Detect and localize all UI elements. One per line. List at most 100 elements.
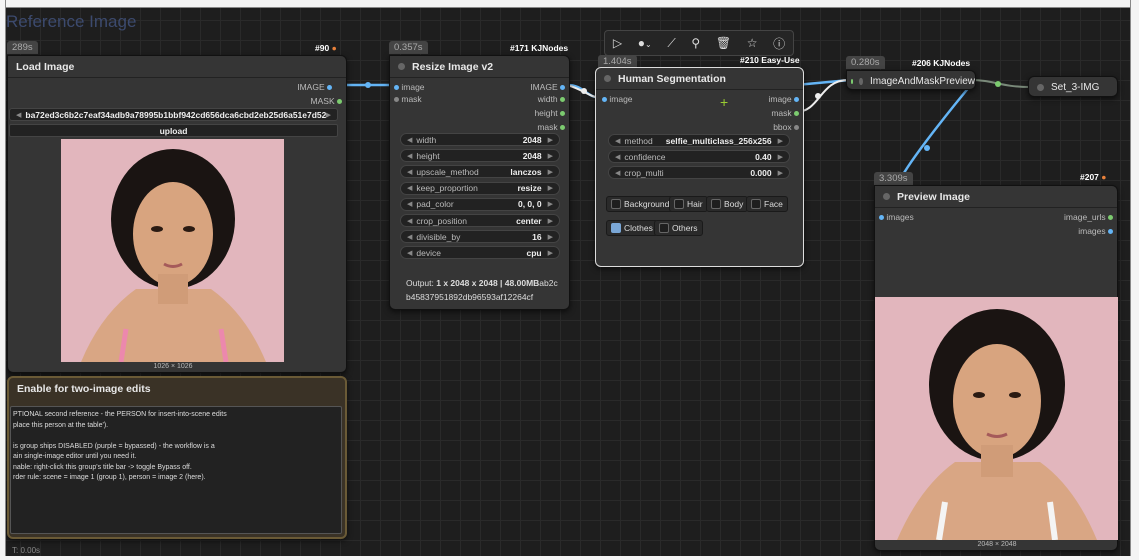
- arrow-left-icon[interactable]: ◀: [407, 152, 412, 160]
- load-image-node[interactable]: Load Image IMAGE MASK ◀ ba72ed3c6b2c7eaf3…: [7, 55, 347, 373]
- human-id-badge: #210 Easy-Use: [740, 55, 800, 65]
- image-filename-select[interactable]: ◀ ba72ed3c6b2c7eaf34adb9a78995b1bbf942cd6…: [9, 108, 338, 121]
- port-dot[interactable]: [327, 84, 332, 90]
- widget-method[interactable]: ◀ method selfie_multiclass_256x256 ▶: [608, 134, 790, 147]
- arrow-left-icon[interactable]: ◀: [407, 184, 412, 192]
- bottom-timing: T: 0.00s: [12, 546, 41, 555]
- arrow-left-icon[interactable]: ◀: [407, 249, 412, 257]
- output-bbox[interactable]: bbox: [773, 122, 799, 132]
- checkbox-hair[interactable]: Hair: [669, 196, 708, 212]
- arrow-left-icon[interactable]: ◀: [615, 169, 620, 177]
- load-timing: 289s: [7, 41, 38, 54]
- note-node[interactable]: Enable for two-image edits PTIONAL secon…: [7, 376, 347, 539]
- preview-image-node[interactable]: Preview Image images image_urls images 2…: [874, 185, 1118, 551]
- input-image[interactable]: image: [602, 94, 633, 104]
- arrow-right-icon[interactable]: ▶: [778, 169, 783, 177]
- trash-icon[interactable]: 🗑: [716, 36, 731, 50]
- output-image-urls[interactable]: image_urls: [1064, 212, 1113, 222]
- arrow-left-icon[interactable]: ◀: [615, 153, 620, 161]
- preview-dimensions: 2048 × 2048: [977, 541, 1017, 548]
- arrow-right-icon[interactable]: ▶: [548, 168, 553, 176]
- checkbox-clothes[interactable]: Clothes: [606, 220, 658, 236]
- human-header[interactable]: Human Segmentation: [596, 68, 803, 90]
- widget-device[interactable]: ◀ device cpu ▶: [400, 246, 560, 260]
- input-image[interactable]: image: [394, 82, 425, 92]
- arrow-right-icon[interactable]: ▶: [548, 184, 553, 192]
- arrow-left-icon[interactable]: ◀: [407, 200, 412, 208]
- pin-icon[interactable]: ⚲: [691, 36, 700, 50]
- set3-header[interactable]: Set_3-IMG: [1029, 77, 1117, 98]
- load-image-header[interactable]: Load Image: [8, 56, 346, 78]
- arrow-left-icon[interactable]: ◀: [407, 233, 412, 241]
- help-icon[interactable]: ⓘ: [773, 35, 785, 52]
- collapse-dot[interactable]: [398, 63, 405, 70]
- arrow-right-icon[interactable]: ▶: [548, 152, 553, 160]
- widget-keep-proportion[interactable]: ◀ keep_proportion resize ▶: [400, 181, 560, 195]
- input-mask[interactable]: mask: [394, 94, 422, 104]
- play-icon[interactable]: ▷: [613, 36, 622, 50]
- check-box[interactable]: [751, 199, 761, 209]
- widget-crop-multi[interactable]: ◀ crop_multi 0.000 ▶: [608, 166, 790, 180]
- checkbox-others[interactable]: Others: [654, 220, 703, 236]
- output-width[interactable]: width: [538, 94, 565, 104]
- workflow-canvas[interactable]: Reference Image 289s #90 ● Load Image IM…: [0, 0, 1139, 560]
- note-header[interactable]: Enable for two-image edits: [9, 378, 345, 400]
- widget-confidence[interactable]: ◀ confidence 0.40 ▶: [608, 150, 790, 164]
- arrow-right-icon[interactable]: ▶: [548, 233, 553, 241]
- output-mask[interactable]: MASK: [311, 96, 342, 106]
- input-images[interactable]: images: [879, 212, 914, 222]
- arrow-right-icon[interactable]: ▶: [778, 153, 783, 161]
- resize-image-node[interactable]: Resize Image v2 image mask IMAGE width h…: [389, 55, 570, 310]
- arrow-right-icon[interactable]: ▶: [548, 217, 553, 225]
- arrow-left-icon[interactable]: ◀: [407, 136, 412, 144]
- check-box[interactable]: [611, 223, 621, 233]
- set-3-img-node[interactable]: Set_3-IMG: [1028, 76, 1118, 97]
- checkbox-body[interactable]: Body: [706, 196, 749, 212]
- widget-width[interactable]: ◀ width 2048 ▶: [400, 133, 560, 146]
- portrait-image: [875, 297, 1118, 540]
- output-image[interactable]: image: [768, 94, 799, 104]
- output-height[interactable]: height: [534, 108, 565, 118]
- widget-height[interactable]: ◀ height 2048 ▶: [400, 149, 560, 163]
- imask-header[interactable]: ImageAndMaskPreview: [847, 71, 975, 91]
- load-id-badge: #90 ●: [315, 43, 337, 53]
- arrow-left-icon[interactable]: ◀: [407, 217, 412, 225]
- wand-icon[interactable]: ⟋: [667, 36, 675, 51]
- checkbox-face[interactable]: Face: [746, 196, 788, 212]
- widget-pad-color[interactable]: ◀ pad_color 0, 0, 0 ▶: [400, 197, 560, 211]
- check-box[interactable]: [674, 199, 684, 209]
- note-title: Enable for two-image edits: [17, 383, 151, 395]
- preview-id-badge: #207 ●: [1080, 172, 1107, 182]
- output-mask[interactable]: mask: [537, 122, 565, 132]
- arrow-right-icon[interactable]: ▶: [548, 249, 553, 257]
- arrow-right-icon[interactable]: ▶: [778, 137, 783, 145]
- widget-upscale-method[interactable]: ◀ upscale_method lanczos ▶: [400, 165, 560, 179]
- output-image[interactable]: IMAGE: [297, 82, 332, 92]
- image-and-mask-preview-node[interactable]: ImageAndMaskPreview: [846, 70, 976, 90]
- output-images[interactable]: images: [1078, 226, 1113, 236]
- note-textarea[interactable]: PTIONAL second reference - the PERSON fo…: [10, 406, 342, 534]
- arrow-left-icon[interactable]: ◀: [407, 168, 412, 176]
- human-segmentation-node[interactable]: Human Segmentation image image mask bbox…: [595, 67, 804, 267]
- check-box[interactable]: [711, 199, 721, 209]
- port-dot[interactable]: [337, 98, 342, 104]
- chevron-down-icon[interactable]: ⌄: [645, 40, 652, 49]
- check-box[interactable]: [659, 223, 669, 233]
- widget-divisible-by[interactable]: ◀ divisible_by 16 ▶: [400, 230, 560, 244]
- portrait-image: [61, 139, 284, 362]
- check-box[interactable]: [611, 199, 621, 209]
- arrow-right-icon[interactable]: ▶: [548, 136, 553, 144]
- arrow-left-icon[interactable]: ◀: [16, 111, 21, 119]
- preview-header[interactable]: Preview Image: [875, 186, 1117, 208]
- color-dot-icon[interactable]: ●⌄: [638, 36, 652, 50]
- output-mask[interactable]: mask: [771, 108, 799, 118]
- widget-crop-position[interactable]: ◀ crop_position center ▶: [400, 214, 560, 227]
- arrow-right-icon[interactable]: ▶: [326, 111, 331, 119]
- output-image[interactable]: IMAGE: [530, 82, 565, 92]
- arrow-left-icon[interactable]: ◀: [615, 137, 620, 145]
- star-icon[interactable]: ☆: [747, 36, 758, 50]
- checkbox-background[interactable]: Background: [606, 196, 675, 212]
- arrow-right-icon[interactable]: ▶: [548, 200, 553, 208]
- upload-button[interactable]: upload: [9, 124, 338, 137]
- resize-header[interactable]: Resize Image v2: [390, 56, 569, 78]
